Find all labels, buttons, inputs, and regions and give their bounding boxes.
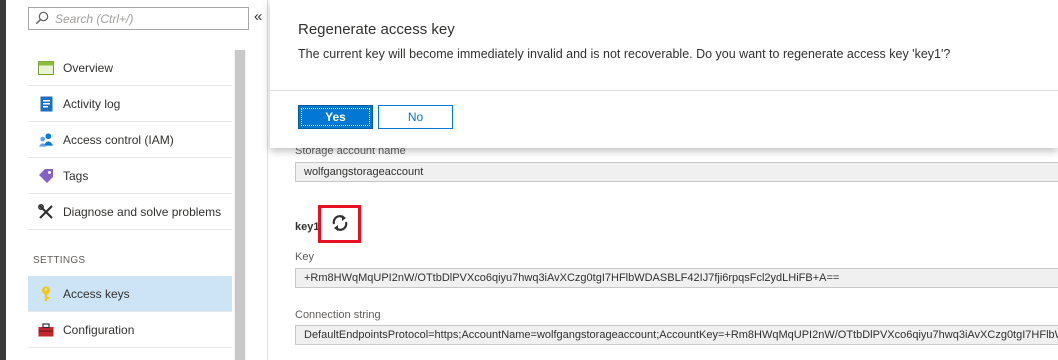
sidebar-item-access-keys[interactable]: Access keys [28, 276, 232, 312]
collapse-sidebar-icon[interactable]: « [254, 8, 262, 25]
key-icon [38, 286, 54, 302]
dialog-divider [270, 90, 1058, 91]
sidebar-item-overview[interactable]: Overview [28, 50, 232, 86]
no-button[interactable]: No [378, 105, 453, 129]
search-box[interactable] [28, 7, 249, 30]
storage-account-field[interactable]: wolfgangstorageaccount [295, 162, 1058, 182]
sidebar-item-access-control[interactable]: Access control (IAM) [28, 122, 232, 158]
sidebar-item-activity-log[interactable]: Activity log [28, 86, 232, 122]
tag-icon [38, 168, 54, 184]
activity-log-icon [38, 96, 54, 112]
sidebar-item-label: Tags [63, 168, 89, 183]
key-label: Key [295, 251, 314, 263]
sidebar-scrollbar[interactable] [234, 50, 246, 360]
key1-heading: key1 [295, 221, 320, 233]
refresh-icon [330, 213, 350, 236]
yes-button[interactable]: Yes [298, 105, 373, 129]
sidebar-item-configuration[interactable]: Configuration [28, 312, 232, 348]
sidebar-item-label: Overview [63, 60, 114, 75]
regenerate-dialog: Regenerate access key The current key wi… [270, 0, 1058, 148]
scrollbar-thumb[interactable] [235, 50, 245, 360]
sidebar-item-label: Diagnose and solve problems [63, 204, 222, 219]
regenerate-key-button[interactable] [318, 205, 361, 243]
connection-string-label: Connection string [295, 309, 381, 321]
sidebar-item-label: Configuration [63, 322, 135, 337]
sidebar-item-tags[interactable]: Tags [28, 158, 232, 194]
dialog-title: Regenerate access key [298, 21, 455, 38]
iam-icon [38, 132, 54, 148]
sidebar-item-label: Activity log [63, 96, 121, 111]
sidebar-item-label: Access keys [63, 286, 130, 301]
search-input[interactable] [55, 10, 245, 27]
resource-sidebar: « Overview Activity log Access control (… [6, 0, 268, 360]
sidebar-settings-nav: Access keys Configuration [28, 276, 232, 348]
search-icon [35, 11, 49, 25]
toolbox-icon [38, 322, 54, 338]
key-field[interactable]: +Rm8HWqMqUPI2nW/OTtbDlPVXco6qiyu7hwq3iAv… [295, 268, 1058, 288]
sidebar-nav: Overview Activity log Access control (IA… [28, 50, 232, 230]
sidebar-item-diagnose[interactable]: Diagnose and solve problems [28, 194, 232, 230]
wrench-icon [38, 203, 54, 220]
sidebar-item-label: Access control (IAM) [63, 132, 174, 147]
connection-string-field[interactable]: DefaultEndpointsProtocol=https;AccountNa… [295, 325, 1058, 345]
overview-icon [38, 60, 54, 76]
dialog-message: The current key will become immediately … [298, 47, 951, 61]
settings-section-label: SETTINGS [33, 255, 86, 266]
